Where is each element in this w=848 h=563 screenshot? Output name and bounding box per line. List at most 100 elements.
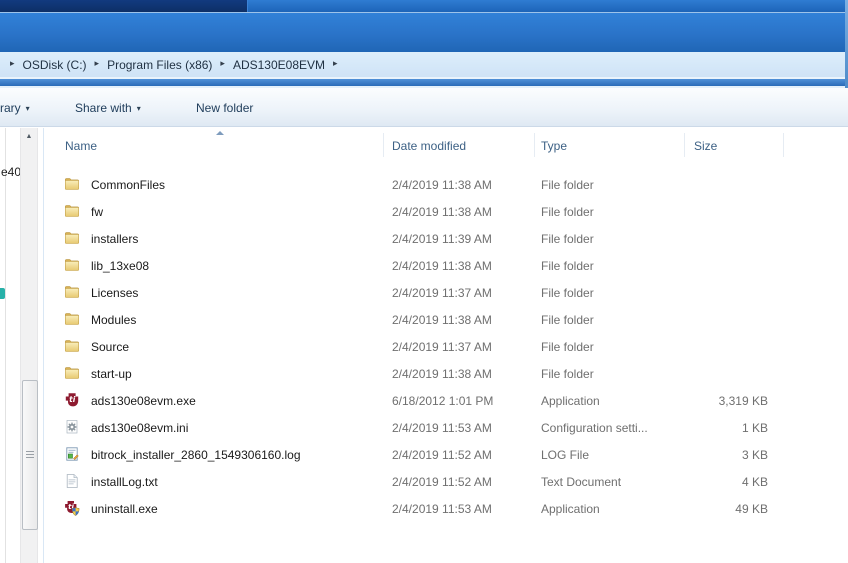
file-row[interactable]: ti ads130e08evm.exe 6/18/2012 1:01 PM Appli… (0, 387, 848, 414)
explorer-window: ▸ OSDisk (C:) ▸ Program Files (x86) ▸ ADS130E… (0, 0, 848, 563)
command-toolbar: rary ▾ Share with ▾ New folder (0, 88, 848, 127)
folder-icon (64, 230, 80, 246)
column-separator[interactable] (534, 133, 535, 157)
toolbar-item-share-with[interactable]: Share with ▾ (75, 101, 141, 115)
aero-glass-bottom-band (0, 79, 848, 86)
folder-icon (64, 203, 80, 219)
file-type: Application (541, 502, 600, 516)
breadcrumb-arrow-icon[interactable]: ▸ (333, 58, 338, 69)
file-name: CommonFiles (91, 178, 166, 192)
file-size: 3,319 KB (718, 394, 768, 408)
file-row[interactable]: Modules 2/4/2019 11:38 AM File folder (0, 306, 848, 333)
toolbar-item-label: rary (0, 101, 21, 115)
file-type: File folder (541, 313, 594, 327)
breadcrumb: ▸ OSDisk (C:) ▸ Program Files (x86) ▸ ADS130E… (2, 58, 346, 72)
log-file-icon (64, 446, 80, 462)
file-row[interactable]: ti uninstall.exe 2/4/2019 11:53 AM Applicat… (0, 495, 848, 522)
titlebar-blue-segment (247, 0, 848, 12)
column-separator[interactable] (783, 133, 784, 157)
column-header-type[interactable]: Type (541, 139, 567, 153)
file-name: fw (91, 205, 103, 219)
file-row[interactable]: bitrock_installer_2860_1549306160.log 2/4… (0, 441, 848, 468)
file-date: 2/4/2019 11:52 AM (392, 448, 492, 462)
file-date: 2/4/2019 11:38 AM (392, 259, 492, 273)
file-size: 4 KB (741, 475, 768, 489)
file-type: File folder (541, 340, 594, 354)
file-row[interactable]: lib_13xe08 2/4/2019 11:38 AM File folder (0, 252, 848, 279)
file-name: Modules (91, 313, 137, 327)
file-name: start-up (91, 367, 132, 381)
file-name: bitrock_installer_2860_1549306160.log (91, 448, 301, 462)
content-area: e40 ▲ Name Date modified Type Size Commo… (0, 128, 848, 563)
file-name: lib_13xe08 (91, 259, 150, 273)
file-name: installLog.txt (91, 475, 158, 489)
folder-icon (64, 284, 80, 300)
column-separator[interactable] (684, 133, 685, 157)
toolbar-item-new-folder[interactable]: New folder (196, 101, 253, 115)
file-row[interactable]: Source 2/4/2019 11:37 AM File folder (0, 333, 848, 360)
file-type: File folder (541, 232, 594, 246)
breadcrumb-arrow-icon[interactable]: ▸ (10, 58, 15, 69)
file-row[interactable]: installLog.txt 2/4/2019 11:52 AM Text Docu… (0, 468, 848, 495)
file-size: 3 KB (741, 448, 768, 462)
file-name: ads130e08evm.exe (91, 394, 196, 408)
file-type: File folder (541, 205, 594, 219)
file-size: 49 KB (735, 502, 768, 516)
file-date: 2/4/2019 11:37 AM (392, 340, 492, 354)
file-row[interactable]: start-up 2/4/2019 11:38 AM File folder (0, 360, 848, 387)
sort-ascending-icon (216, 131, 224, 135)
breadcrumb-item[interactable]: OSDisk (C:) (23, 58, 87, 72)
scroll-up-arrow-icon[interactable]: ▲ (21, 133, 37, 140)
toolbar-item-label: New folder (196, 101, 254, 115)
file-type: Text Document (541, 475, 622, 489)
titlebar-navy-segment (0, 0, 247, 12)
column-header-name[interactable]: Name (65, 139, 97, 153)
toolbar-item-library[interactable]: rary ▾ (0, 101, 30, 115)
file-type: File folder (541, 286, 594, 300)
file-type: LOG File (541, 448, 590, 462)
dropdown-caret-icon: ▾ (25, 104, 30, 113)
column-header-row: Name Date modified Type Size (44, 131, 848, 159)
file-name: installers (91, 232, 139, 246)
file-row[interactable]: installers 2/4/2019 11:39 AM File folder (0, 225, 848, 252)
folder-icon (64, 257, 80, 273)
breadcrumb-item[interactable]: ADS130E08EVM (233, 58, 325, 72)
file-row[interactable]: Licenses 2/4/2019 11:37 AM File folder (0, 279, 848, 306)
file-type: Application (541, 394, 600, 408)
dropdown-caret-icon: ▾ (136, 104, 141, 113)
column-header-date-modified[interactable]: Date modified (392, 139, 466, 153)
file-name: ads130e08evm.ini (91, 421, 189, 435)
file-date: 2/4/2019 11:38 AM (392, 205, 492, 219)
file-row[interactable]: ads130e08evm.ini 2/4/2019 11:53 AM Configu… (0, 414, 848, 441)
column-separator[interactable] (383, 133, 384, 157)
address-bar[interactable]: ▸ OSDisk (C:) ▸ Program Files (x86) ▸ ADS130E… (0, 52, 848, 77)
file-row[interactable]: CommonFiles 2/4/2019 11:38 AM File folder (0, 171, 848, 198)
file-date: 2/4/2019 11:52 AM (392, 475, 492, 489)
breadcrumb-arrow-icon[interactable]: ▸ (95, 58, 100, 69)
file-size: 1 KB (741, 421, 768, 435)
folder-icon (64, 365, 80, 381)
folder-icon (64, 176, 80, 192)
breadcrumb-arrow-icon[interactable]: ▸ (220, 58, 225, 69)
file-date: 2/4/2019 11:53 AM (392, 421, 492, 435)
breadcrumb-item[interactable]: Program Files (x86) (107, 58, 212, 72)
file-date: 2/4/2019 11:38 AM (392, 367, 492, 381)
file-type: File folder (541, 259, 594, 273)
file-name: uninstall.exe (91, 502, 158, 516)
ti-logo-shield-icon: ti (64, 500, 80, 516)
toolbar-item-label: Share with (75, 101, 132, 115)
text-document-icon (64, 473, 80, 489)
file-date: 2/4/2019 11:53 AM (392, 502, 492, 516)
file-date: 6/18/2012 1:01 PM (392, 394, 494, 408)
file-list: CommonFiles 2/4/2019 11:38 AM File folder f… (0, 171, 848, 522)
aero-glass-band (0, 12, 848, 53)
file-row[interactable]: fw 2/4/2019 11:38 AM File folder (0, 198, 848, 225)
file-date: 2/4/2019 11:37 AM (392, 286, 492, 300)
file-date: 2/4/2019 11:39 AM (392, 232, 492, 246)
column-header-size[interactable]: Size (694, 139, 717, 153)
folder-icon (64, 311, 80, 327)
titlebar-remnant (0, 0, 848, 12)
svg-text:ti: ti (69, 395, 76, 404)
gear-settings-icon (64, 419, 80, 435)
ti-logo-icon: ti (64, 392, 80, 408)
